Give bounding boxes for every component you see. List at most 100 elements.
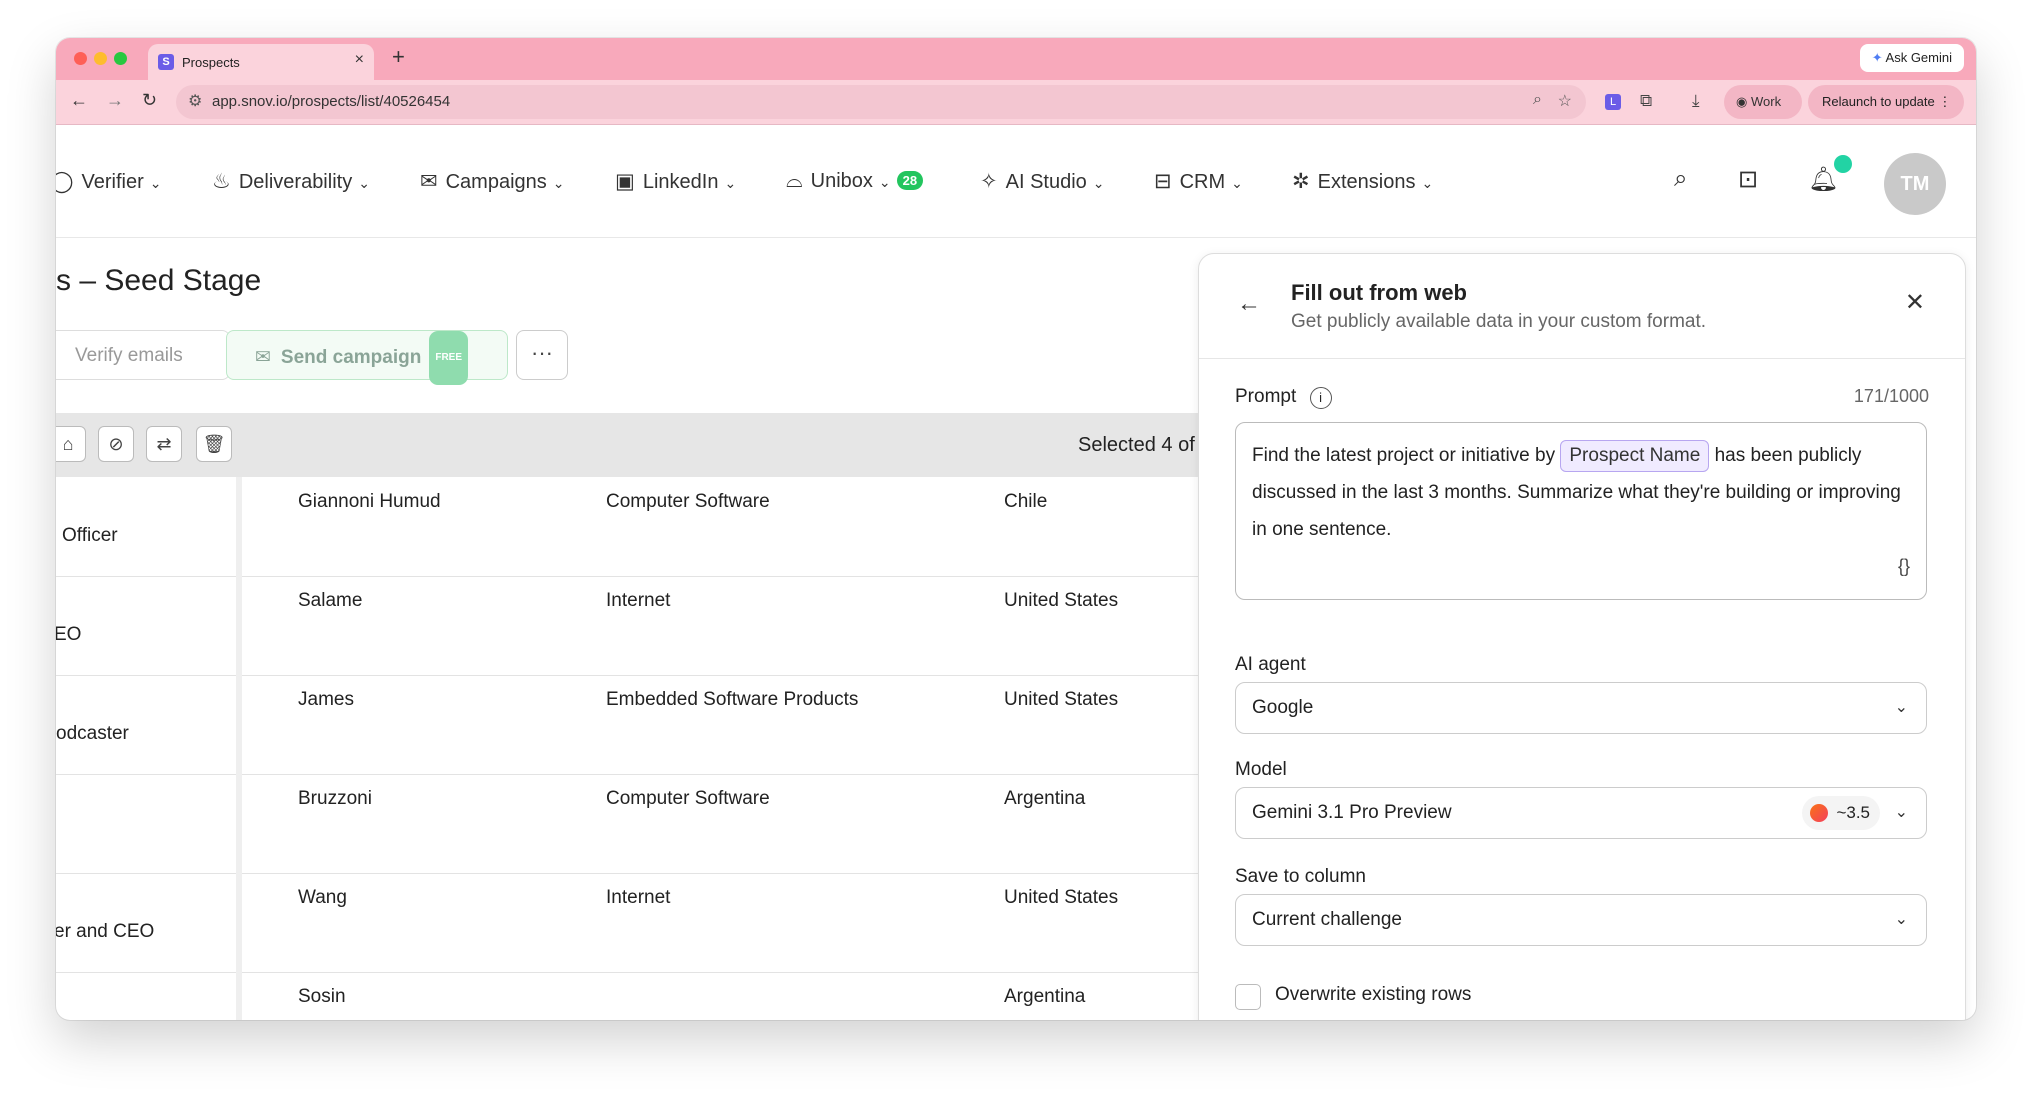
trash-icon[interactable]: 🗑︎ bbox=[196, 426, 232, 462]
chevron-down-icon: ⌄ bbox=[1092, 175, 1105, 191]
chevron-down-icon: ⌄ bbox=[552, 175, 565, 191]
work-profile-button[interactable]: ◉ Work bbox=[1724, 85, 1802, 119]
chevron-down-icon: ⌄ bbox=[358, 175, 370, 191]
nav-label: Campaigns bbox=[445, 171, 547, 193]
back-arrow-icon[interactable]: ← bbox=[70, 90, 88, 111]
address-bar[interactable]: ⚙ app.snov.io/prospects/list/40526454 ⌕ … bbox=[176, 85, 1586, 119]
chevron-down-icon: ⌄ bbox=[1894, 699, 1908, 716]
prompt-textarea[interactable]: Find the latest project or initiative by… bbox=[1235, 422, 1927, 600]
back-arrow-icon[interactable]: ← bbox=[1237, 290, 1261, 318]
prompt-label: Prompt i bbox=[1235, 386, 1332, 409]
profile-icon: ◉ bbox=[1736, 94, 1748, 109]
envelope-icon: ✉ bbox=[420, 170, 438, 193]
new-tab-icon[interactable]: + bbox=[392, 44, 405, 70]
chevron-down-icon: ⌄ bbox=[878, 174, 891, 190]
page-title: s – Seed Stage bbox=[56, 264, 262, 297]
move-icon[interactable]: ⇄ bbox=[146, 426, 182, 462]
close-window-button[interactable] bbox=[74, 52, 87, 65]
prospects-table: Officer Giannoni Humud Computer Software… bbox=[56, 477, 1200, 1020]
close-icon[interactable]: ✕ bbox=[1905, 288, 1925, 317]
variables-braces-icon[interactable]: {} bbox=[1898, 548, 1910, 585]
more-actions-button[interactable]: ··· bbox=[516, 330, 568, 380]
bell-icon[interactable]: 🔔︎ bbox=[1808, 165, 1838, 194]
overwrite-checkbox[interactable] bbox=[1235, 984, 1261, 1010]
notification-dot bbox=[1834, 155, 1852, 173]
model-value: Gemini 3.1 Pro Preview bbox=[1252, 802, 1452, 823]
table-row[interactable]: EO Salame Internet United States bbox=[56, 576, 1200, 676]
nav-label: Unibox bbox=[810, 170, 873, 192]
country-cell: United States bbox=[1004, 887, 1119, 908]
info-icon[interactable]: i bbox=[1309, 387, 1332, 409]
tag-icon[interactable]: ⌂ bbox=[56, 426, 86, 462]
table-action-bar: ⌂ ⊘ ⇄ 🗑︎ Selected 4 of bbox=[56, 413, 1200, 477]
gift-icon[interactable]: ⊡ bbox=[1738, 165, 1758, 194]
save-to-column-select[interactable]: Current challenge ⌄ bbox=[1235, 894, 1927, 946]
nav-label: LinkedIn bbox=[642, 171, 719, 193]
nav-unibox[interactable]: ⌓ Unibox ⌄ 28 bbox=[786, 169, 924, 193]
maximize-window-button[interactable] bbox=[114, 52, 127, 65]
model-label: Model bbox=[1235, 759, 1287, 780]
country-cell: Chile bbox=[1004, 491, 1048, 512]
prospect-name-variable-chip[interactable]: Prospect Name bbox=[1560, 440, 1710, 472]
country-cell: Argentina bbox=[1004, 788, 1086, 809]
nav-extensions[interactable]: ✲ Extensions ⌄ bbox=[1292, 169, 1433, 194]
model-select[interactable]: Gemini 3.1 Pro Preview ~3.5 ⌄ bbox=[1235, 787, 1927, 839]
app-nav: ◯ Verifier ⌄ ♨ Deliverability ⌄ ✉ Campaigns ⌄ … bbox=[56, 125, 1976, 238]
chevron-down-icon: ⌄ bbox=[1421, 175, 1434, 191]
country-cell: Argentina bbox=[1004, 986, 1086, 1007]
table-row[interactable]: Sosin Argentina bbox=[56, 972, 1200, 1020]
position-cell: odcaster bbox=[56, 723, 129, 744]
nav-linkedin[interactable]: ▣ LinkedIn ⌄ bbox=[615, 169, 736, 194]
nav-label: AI Studio bbox=[1005, 171, 1087, 193]
untag-icon[interactable]: ⊘ bbox=[98, 426, 134, 462]
industry-cell: Computer Software bbox=[606, 491, 770, 512]
send-campaign-button[interactable]: ✉ Send campaign FREE bbox=[226, 330, 508, 385]
overwrite-label: Overwrite existing rows bbox=[1275, 984, 1472, 1005]
chevron-down-icon: ⌄ bbox=[1894, 911, 1908, 928]
ai-agent-select[interactable]: Google ⌄ bbox=[1235, 682, 1927, 734]
name-cell: Giannoni Humud bbox=[298, 491, 441, 512]
chevron-down-icon: ⌄ bbox=[1231, 175, 1243, 191]
nav-label: Deliverability bbox=[238, 171, 353, 193]
table-row[interactable]: Officer Giannoni Humud Computer Software… bbox=[56, 477, 1200, 577]
table-row[interactable]: odcaster James Embedded Software Product… bbox=[56, 675, 1200, 775]
verify-emails-button[interactable]: Verify emails bbox=[56, 330, 230, 380]
table-row[interactable]: Bruzzoni Computer Software Argentina bbox=[56, 774, 1200, 874]
industry-cell: Internet bbox=[606, 887, 671, 908]
relaunch-button[interactable]: Relaunch to update ⋮ bbox=[1808, 85, 1964, 119]
sparkles-icon: ✧ bbox=[980, 170, 998, 193]
crm-icon: ⊟ bbox=[1154, 170, 1172, 193]
nav-deliverability[interactable]: ♨ Deliverability ⌄ bbox=[212, 169, 370, 194]
nav-label: CRM bbox=[1179, 171, 1226, 193]
chevron-down-icon: ⌄ bbox=[149, 175, 162, 191]
name-cell: Sosin bbox=[298, 986, 346, 1007]
extension-l-icon[interactable]: L bbox=[1605, 94, 1621, 110]
reload-icon[interactable]: ↻ bbox=[142, 90, 157, 111]
nav-ai-studio[interactable]: ✧ AI Studio ⌄ bbox=[980, 169, 1105, 194]
avatar[interactable]: TM bbox=[1884, 153, 1946, 215]
zoom-icon[interactable]: ⌕ bbox=[1533, 91, 1542, 109]
close-tab-icon[interactable]: × bbox=[355, 51, 364, 69]
extensions-puzzle-icon[interactable]: ⧉ bbox=[1640, 91, 1652, 111]
ask-gemini-button[interactable]: ✦ Ask Gemini bbox=[1859, 44, 1964, 72]
chevron-down-icon: ⌄ bbox=[1894, 804, 1908, 821]
position-cell: er and CEO bbox=[56, 921, 155, 942]
bookmark-star-icon[interactable]: ☆ bbox=[1558, 91, 1572, 111]
name-cell: James bbox=[298, 689, 354, 710]
browser-toolbar: ← → ↻ ⚙ app.snov.io/prospects/list/40526… bbox=[56, 80, 1976, 125]
table-row[interactable]: er and CEO Wang Internet United States bbox=[56, 873, 1200, 973]
more-vert-icon: ⋮ bbox=[1938, 94, 1952, 109]
browser-tab[interactable]: S Prospects × bbox=[148, 44, 374, 80]
site-settings-icon[interactable]: ⚙ bbox=[188, 91, 202, 111]
nav-verifier[interactable]: ◯ Verifier ⌄ bbox=[56, 169, 162, 194]
nav-crm[interactable]: ⊟ CRM ⌄ bbox=[1154, 169, 1243, 194]
forward-arrow-icon[interactable]: → bbox=[106, 90, 124, 111]
industry-cell: Computer Software bbox=[606, 788, 770, 809]
search-icon[interactable]: ⌕ bbox=[1674, 165, 1687, 193]
work-label: Work bbox=[1750, 94, 1782, 109]
nav-campaigns[interactable]: ✉ Campaigns ⌄ bbox=[420, 169, 565, 194]
minimize-window-button[interactable] bbox=[94, 52, 107, 65]
inbox-icon: ⌓ bbox=[786, 169, 803, 192]
puzzle-icon: ✲ bbox=[1292, 170, 1310, 193]
download-icon[interactable]: ⤓ bbox=[1692, 91, 1700, 111]
